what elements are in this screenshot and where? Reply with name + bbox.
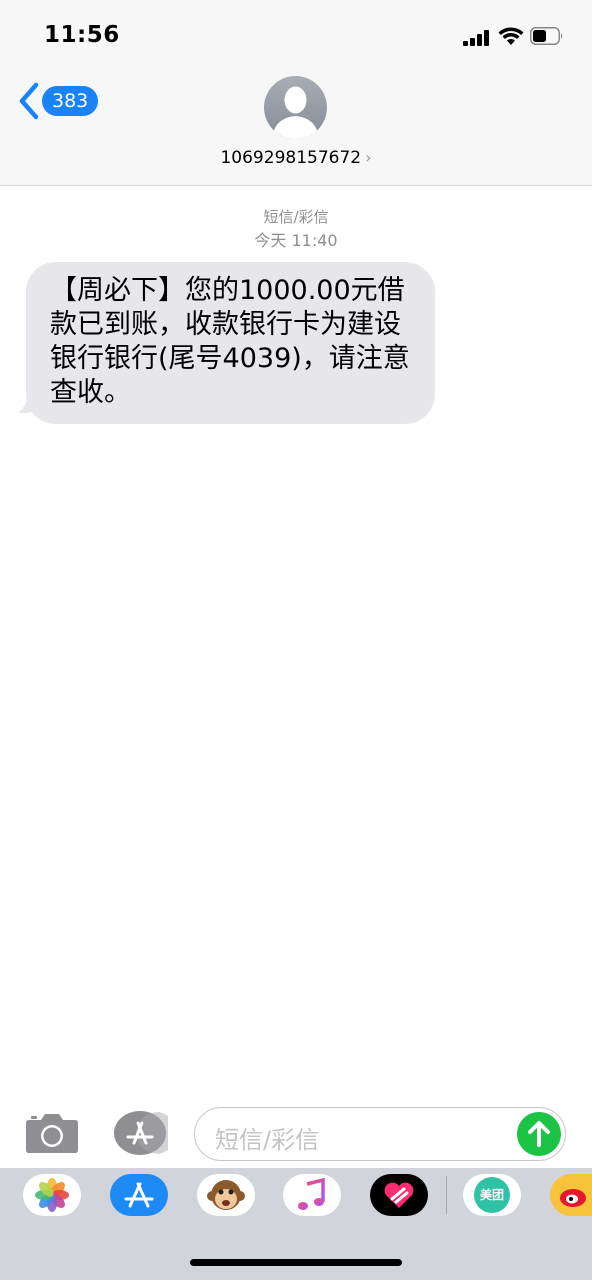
contact-info-button[interactable]: 1069298157672 ›: [0, 148, 592, 168]
animoji-monkey-icon: [207, 1180, 245, 1210]
input-placeholder: 短信/彩信: [215, 1126, 320, 1154]
received-message-bubble[interactable]: 【周必下】您的1000.00元借款已到账，收款银行卡为建设银行银行(尾号4039…: [26, 262, 435, 424]
person-silhouette-icon: [272, 86, 319, 139]
app-store-icon: [114, 1111, 178, 1155]
status-time: 11:56: [44, 22, 120, 48]
drawer-divider: [446, 1176, 447, 1214]
app-store-app-button[interactable]: [110, 1174, 168, 1216]
arrow-up-icon: [528, 1121, 550, 1147]
digital-touch-icon: [384, 1182, 414, 1208]
animoji-app-button[interactable]: [197, 1174, 255, 1216]
service-label: 短信/彩信: [263, 208, 329, 226]
music-app-button[interactable]: [283, 1174, 341, 1216]
cellular-signal-icon: [463, 30, 491, 46]
chevron-left-icon: [19, 82, 39, 120]
message-timestamp: 今天 11:40: [254, 231, 338, 250]
unread-count-badge: 383: [42, 86, 99, 116]
photos-app-button[interactable]: [23, 1174, 81, 1216]
wifi-icon: [498, 27, 524, 45]
battery-icon: [530, 27, 563, 45]
send-button[interactable]: [517, 1112, 561, 1156]
weibo-icon: [560, 1189, 586, 1207]
status-bar: 11:56: [0, 0, 592, 70]
message-text: 【周必下】您的1000.00元借款已到账，收款银行卡为建设银行银行(尾号4039…: [50, 275, 410, 408]
app-store-icon: [124, 1182, 154, 1208]
camera-icon: [26, 1114, 78, 1153]
digital-touch-app-button[interactable]: [370, 1174, 428, 1216]
contact-avatar[interactable]: [264, 76, 327, 139]
contact-number: 1069298157672: [220, 148, 362, 168]
photos-icon: [35, 1178, 69, 1212]
app-store-button[interactable]: [110, 1110, 178, 1156]
message-input[interactable]: 短信/彩信: [194, 1107, 566, 1161]
camera-button[interactable]: [25, 1110, 79, 1154]
chevron-right-icon: ›: [365, 148, 372, 167]
meituan-app-button[interactable]: 美团: [463, 1174, 521, 1216]
back-button[interactable]: 383: [18, 82, 108, 122]
home-indicator[interactable]: [190, 1259, 402, 1266]
music-icon: [298, 1178, 325, 1210]
meituan-icon: 美团: [474, 1177, 510, 1213]
weibo-app-button[interactable]: [550, 1174, 592, 1216]
